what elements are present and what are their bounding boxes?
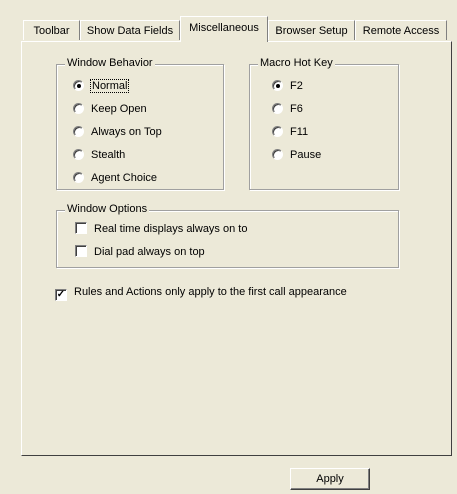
radio-f11-label: F11 (290, 126, 309, 138)
radio-dot-icon (73, 172, 84, 183)
radio-dot-icon (73, 149, 84, 160)
check-rules-first-call[interactable]: ✓ Rules and Actions only apply to the fir… (55, 284, 347, 301)
radio-dot-icon (73, 103, 84, 114)
checkbox-icon (75, 222, 87, 234)
properties-dialog: Toolbar Show Data Fields Miscellaneous B… (0, 0, 457, 494)
window-behavior-group: Window Behavior Normal Keep Open Always … (56, 57, 224, 190)
window-behavior-label: Window Behavior (65, 57, 155, 69)
radio-dot-icon (272, 103, 283, 114)
apply-button[interactable]: Apply (290, 468, 370, 490)
radio-dot-icon (272, 126, 283, 137)
radio-stealth-label: Stealth (91, 149, 126, 161)
radio-f2[interactable]: F2 (272, 78, 303, 94)
radio-agent-choice[interactable]: Agent Choice (73, 170, 157, 186)
check-real-time-on-top[interactable]: Real time displays always on to (75, 221, 247, 237)
check-real-time-label: Real time displays always on to (94, 223, 248, 235)
tab-show-data-fields[interactable]: Show Data Fields (80, 20, 180, 40)
radio-f11[interactable]: F11 (272, 124, 308, 140)
tab-panel-miscellaneous: Window Behavior Normal Keep Open Always … (21, 41, 452, 456)
tab-browser-setup[interactable]: Browser Setup (268, 20, 355, 40)
tab-miscellaneous[interactable]: Miscellaneous (180, 16, 268, 42)
radio-stealth[interactable]: Stealth (73, 147, 125, 163)
radio-dot-icon (272, 80, 283, 91)
radio-keep-open-label: Keep Open (91, 103, 147, 115)
checkbox-icon (75, 245, 87, 257)
check-rules-label: Rules and Actions only apply to the firs… (74, 286, 347, 298)
tab-remote-access[interactable]: Remote Access (355, 20, 447, 40)
radio-dot-icon (272, 149, 283, 160)
radio-keep-open[interactable]: Keep Open (73, 101, 147, 117)
radio-f6[interactable]: F6 (272, 101, 303, 117)
radio-pause-label: Pause (290, 149, 322, 161)
window-options-label: Window Options (65, 203, 150, 215)
radio-pause[interactable]: Pause (272, 147, 321, 163)
radio-normal[interactable]: Normal (73, 78, 130, 94)
check-dial-pad-on-top[interactable]: Dial pad always on top (75, 244, 205, 260)
macro-hot-key-label: Macro Hot Key (258, 57, 335, 69)
radio-dot-icon (73, 126, 84, 137)
radio-f6-label: F6 (290, 103, 303, 115)
radio-always-on-top[interactable]: Always on Top (73, 124, 162, 140)
checkmark-icon: ✓ (55, 289, 67, 301)
check-dial-pad-label: Dial pad always on top (94, 246, 205, 258)
radio-dot-icon (73, 80, 84, 91)
radio-normal-label: Normal (89, 79, 130, 93)
macro-hot-key-group: Macro Hot Key F2 F6 F11 Pause (249, 57, 399, 190)
tab-toolbar[interactable]: Toolbar (23, 20, 80, 40)
radio-agent-choice-label: Agent Choice (91, 172, 158, 184)
radio-always-on-top-label: Always on Top (91, 126, 162, 138)
radio-f2-label: F2 (290, 80, 303, 92)
window-options-group: Window Options Real time displays always… (56, 203, 399, 268)
